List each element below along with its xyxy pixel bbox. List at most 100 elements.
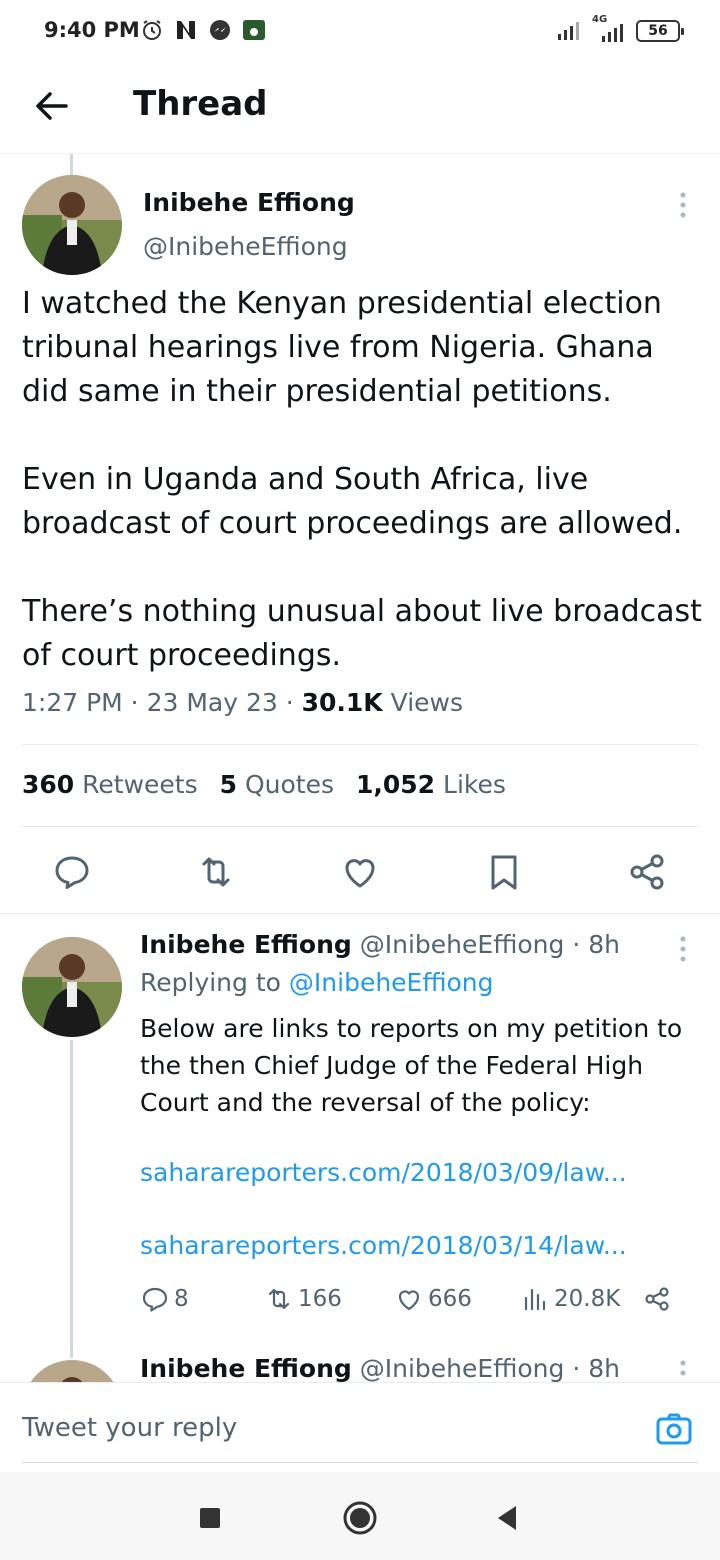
- next-reply-preview[interactable]: Inibehe Effiong @InibeheEffiong · 8h: [0, 1350, 720, 1382]
- quotes-label: Quotes: [244, 770, 334, 799]
- next-author-handle[interactable]: @InibeheEffiong: [360, 1354, 565, 1382]
- avatar-photo: [22, 1360, 122, 1382]
- view-count: 20.8K: [554, 1286, 621, 1312]
- divider: [22, 744, 698, 745]
- alarm-icon: [143, 20, 161, 40]
- status-right-icons: 4G 56: [556, 14, 684, 44]
- views-count: 30.1K: [301, 688, 383, 717]
- more-vertical-icon: [680, 936, 686, 962]
- signal-icon: [558, 22, 579, 40]
- triangle-back-icon: [498, 1506, 516, 1530]
- replying-to-link[interactable]: @InibeheEffiong: [289, 968, 494, 997]
- replying-to: Replying to @InibeheEffiong: [140, 968, 494, 997]
- avatar[interactable]: [22, 175, 122, 275]
- camera-button[interactable]: [654, 1409, 694, 1449]
- quotes-count: 5: [219, 770, 238, 799]
- retweet-button[interactable]: [194, 850, 238, 894]
- analytics-icon: [524, 1288, 546, 1311]
- composer-underline: [22, 1462, 698, 1463]
- author-name[interactable]: Inibehe Effiong: [143, 188, 355, 217]
- avatar[interactable]: [22, 937, 122, 1037]
- heart-icon: [345, 859, 375, 888]
- quotes-stat[interactable]: 5 Quotes: [220, 770, 334, 799]
- reply-input[interactable]: [22, 1413, 622, 1443]
- reply-composer: [0, 1382, 720, 1472]
- views-label: Views: [390, 688, 463, 717]
- tweet-time[interactable]: 1:27 PM: [22, 688, 123, 717]
- tweet-meta: 1:27 PM · 23 May 23 · 30.1K Views: [22, 688, 463, 717]
- reply-author-handle[interactable]: @InibeheEffiong: [360, 930, 565, 959]
- square-icon: [200, 1508, 220, 1528]
- arrow-left-icon: [36, 92, 68, 120]
- next-reply-age: · 8h: [572, 1354, 620, 1382]
- bookmark-icon: [491, 855, 517, 890]
- status-time: 9:40 PM: [44, 18, 140, 42]
- circle-icon: [343, 1501, 377, 1535]
- heart-icon: [398, 1290, 420, 1311]
- thread-connector-line: [70, 154, 73, 176]
- likes-label: Likes: [443, 770, 506, 799]
- reply-button[interactable]: [50, 850, 94, 894]
- retweet-count: 166: [298, 1286, 342, 1312]
- reply-link-2[interactable]: saharareporters.com/2018/03/14/law...: [140, 1231, 627, 1260]
- tweet-stats: 360 Retweets 5 Quotes 1,052 Likes: [22, 770, 506, 799]
- share-icon: [630, 854, 664, 890]
- back-button[interactable]: [30, 84, 74, 128]
- reply-author-name[interactable]: Inibehe Effiong: [140, 930, 352, 959]
- reply-age: · 8h: [572, 930, 620, 959]
- share-icon: [645, 1287, 669, 1311]
- retweet-icon: [202, 857, 230, 887]
- likes-count: 1,052: [356, 770, 436, 799]
- retweet-icon: [268, 1288, 290, 1310]
- avatar[interactable]: [22, 1360, 122, 1382]
- share-button[interactable]: [625, 850, 669, 894]
- messenger-icon: [210, 20, 230, 40]
- replying-to-label: Replying to: [140, 968, 281, 997]
- page-title: Thread: [133, 84, 268, 124]
- football-tv-icon: [243, 20, 265, 40]
- reply-reply-button[interactable]: 8: [140, 1284, 189, 1314]
- system-navigation-bar: [0, 1472, 720, 1560]
- reply-actions: 8 166 666 20.8K: [140, 1284, 680, 1324]
- more-options-button[interactable]: [673, 1358, 693, 1382]
- battery-indicator: 56: [636, 20, 684, 42]
- home-button[interactable]: [340, 1498, 380, 1538]
- like-count: 666: [428, 1286, 472, 1312]
- comment-icon: [55, 856, 89, 889]
- reply-text: Below are links to reports on my petitio…: [140, 1014, 683, 1117]
- likes-stat[interactable]: 1,052 Likes: [356, 770, 506, 799]
- reply-link-1[interactable]: saharareporters.com/2018/03/09/law...: [140, 1158, 627, 1187]
- bookmark-button[interactable]: [482, 850, 526, 894]
- reply-views-button[interactable]: 20.8K: [520, 1284, 620, 1314]
- more-vertical-icon: [680, 192, 686, 218]
- reply-header: Inibehe Effiong @InibeheEffiong · 8h: [140, 930, 620, 959]
- reply-count: 8: [174, 1286, 189, 1312]
- tweet-date[interactable]: 23 May 23: [147, 688, 278, 717]
- avatar-photo: [22, 937, 122, 1037]
- signal-4g-icon: 4G: [592, 14, 628, 44]
- top-app-bar: Thread: [0, 64, 720, 154]
- news-icon: [177, 21, 195, 39]
- comment-icon: [142, 1287, 168, 1312]
- retweets-label: Retweets: [82, 770, 198, 799]
- more-options-button[interactable]: [673, 934, 693, 964]
- back-nav-button[interactable]: [488, 1498, 528, 1538]
- avatar-photo: [22, 175, 122, 275]
- camera-icon: [656, 1413, 692, 1445]
- recents-button[interactable]: [190, 1498, 230, 1538]
- more-options-button[interactable]: [673, 190, 693, 220]
- reply-like-button[interactable]: 666: [394, 1284, 472, 1314]
- next-author-name[interactable]: Inibehe Effiong: [140, 1354, 352, 1382]
- thread-connector-line: [70, 1040, 73, 1358]
- reply-retweet-button[interactable]: 166: [264, 1284, 342, 1314]
- author-handle[interactable]: @InibeheEffiong: [143, 232, 348, 261]
- tweet-actions: [0, 840, 720, 910]
- divider: [22, 826, 698, 827]
- like-button[interactable]: [338, 850, 382, 894]
- next-reply-header: Inibehe Effiong @InibeheEffiong · 8h: [140, 1354, 620, 1382]
- retweets-stat[interactable]: 360 Retweets: [22, 770, 198, 799]
- retweets-count: 360: [22, 770, 75, 799]
- divider: [0, 913, 720, 914]
- tweet-text: I watched the Kenyan presidential electi…: [22, 286, 702, 673]
- reply-share-button[interactable]: [642, 1284, 672, 1314]
